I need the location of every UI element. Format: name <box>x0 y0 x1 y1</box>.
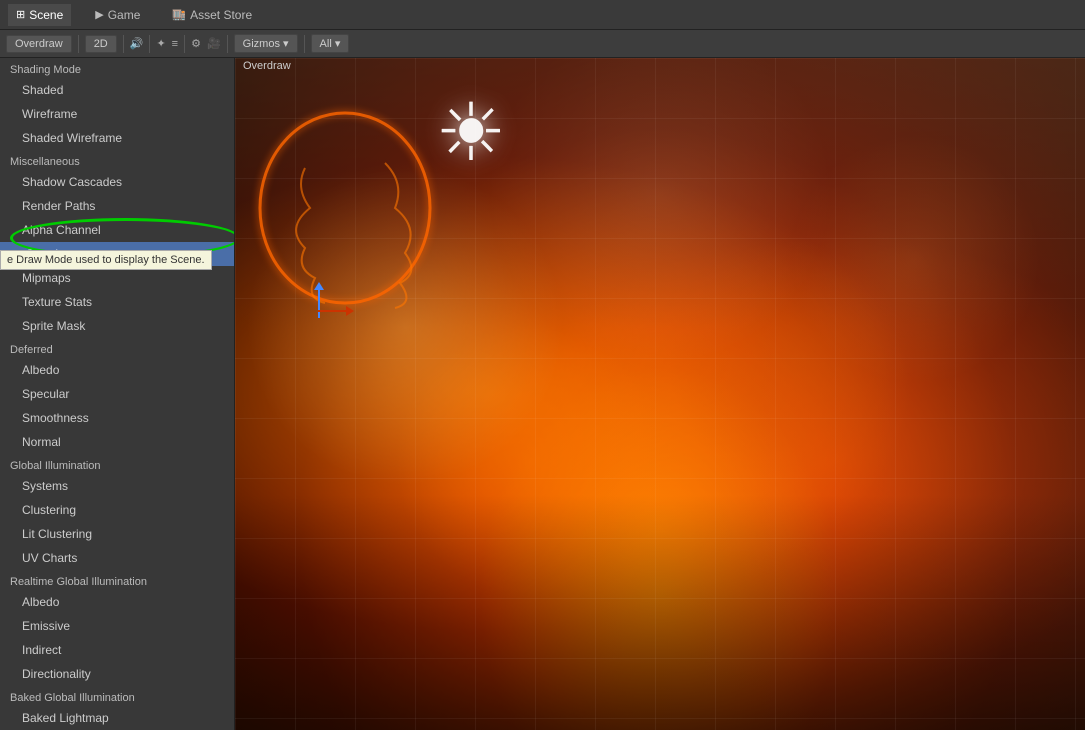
menu-item-gi-lit-clustering[interactable]: Lit Clustering <box>0 522 234 546</box>
tab-scene-label: Scene <box>29 8 63 22</box>
gizmos-label: Gizmos <box>243 38 280 50</box>
settings-icon: ⚙ <box>191 37 201 50</box>
menu-item-deferred-smoothness[interactable]: Smoothness <box>0 406 234 430</box>
menu-item-overdraw[interactable]: ✓ Overdraw <box>0 242 234 266</box>
menu-item-alpha-channel[interactable]: Alpha Channel <box>0 218 234 242</box>
menu-item-gi-clustering[interactable]: Clustering <box>0 498 234 522</box>
main-area: Shading Mode Shaded Wireframe Shaded Wir… <box>0 58 1085 730</box>
menu-item-texture-stats[interactable]: Texture Stats <box>0 290 234 314</box>
orange-particle-outline <box>255 108 455 338</box>
fx-icon: ✦ <box>156 37 165 50</box>
overdraw-checkmark: ✓ <box>8 245 22 263</box>
shading-mode-dropdown: Shading Mode Shaded Wireframe Shaded Wir… <box>0 58 235 730</box>
x-axis-arrow <box>318 310 348 312</box>
top-tabs-bar: ⊞ Scene ▶ Game 🏬 Asset Store <box>0 0 1085 30</box>
tab-scene[interactable]: ⊞ Scene <box>8 4 71 26</box>
shading-mode-header: Shading Mode <box>0 58 234 78</box>
menu-item-realtime-indirect[interactable]: Indirect <box>0 638 234 662</box>
audio-icon: 🔊 <box>130 37 144 50</box>
menu-item-sprite-mask[interactable]: Sprite Mask <box>0 314 234 338</box>
scene-toolbar: Overdraw 2D 🔊 ✦ ≡ ⚙ 🎥 Gizmos ▾ All ▾ <box>0 30 1085 58</box>
menu-item-gi-systems[interactable]: Systems <box>0 474 234 498</box>
menu-item-shaded-wireframe[interactable]: Shaded Wireframe <box>0 126 234 150</box>
mode-2d-button[interactable]: 2D <box>85 35 117 53</box>
menu-item-shaded[interactable]: Shaded <box>0 78 234 102</box>
tab-game-label: Game <box>108 8 141 22</box>
menu-item-deferred-specular[interactable]: Specular <box>0 382 234 406</box>
menu-item-baked-lightmap[interactable]: Baked Lightmap <box>0 706 234 730</box>
menu-item-shadow-cascades[interactable]: Shadow Cascades <box>0 170 234 194</box>
camera-icon: 🎥 <box>207 37 221 50</box>
menu-item-realtime-emissive[interactable]: Emissive <box>0 614 234 638</box>
menu-item-realtime-albedo[interactable]: Albedo <box>0 590 234 614</box>
menu-item-gi-uv-charts[interactable]: UV Charts <box>0 546 234 570</box>
divider-2 <box>123 35 124 53</box>
overdraw-dropdown[interactable]: Overdraw <box>6 35 72 53</box>
scene-viewport[interactable]: ☀ Overdraw <box>235 58 1085 730</box>
menu-item-realtime-directionality[interactable]: Directionality <box>0 662 234 686</box>
y-axis-arrow <box>318 288 320 318</box>
menu-item-wireframe[interactable]: Wireframe <box>0 102 234 126</box>
menu-item-deferred-normal[interactable]: Normal <box>0 430 234 454</box>
game-icon: ▶ <box>95 8 103 21</box>
divider-6 <box>304 35 305 53</box>
menu-item-mipmaps[interactable]: Mipmaps <box>0 266 234 290</box>
divider-5 <box>227 35 228 53</box>
transform-gizmo <box>300 288 340 338</box>
tab-asset-store[interactable]: 🏬 Asset Store <box>164 4 260 26</box>
overdraw-label-text: Overdraw <box>25 247 77 261</box>
global-illumination-header: Global Illumination <box>0 454 234 474</box>
menu-item-render-paths[interactable]: Render Paths <box>0 194 234 218</box>
tab-asset-store-label: Asset Store <box>190 8 252 22</box>
tab-game[interactable]: ▶ Game <box>87 4 148 26</box>
menu-item-deferred-albedo[interactable]: Albedo <box>0 358 234 382</box>
all-label: All <box>320 38 332 50</box>
all-dropdown-arrow: ▾ <box>335 38 341 50</box>
scene-icon: ⊞ <box>16 8 25 21</box>
asset-store-icon: 🏬 <box>172 8 186 21</box>
baked-gi-header: Baked Global Illumination <box>0 686 234 706</box>
divider-4 <box>184 35 185 53</box>
gizmos-dropdown-arrow: ▾ <box>283 38 289 50</box>
divider-3 <box>149 35 150 53</box>
divider-1 <box>78 35 79 53</box>
gizmos-button[interactable]: Gizmos ▾ <box>234 34 298 53</box>
layers-icon: ≡ <box>172 38 178 50</box>
deferred-header: Deferred <box>0 338 234 358</box>
miscellaneous-header: Miscellaneous <box>0 150 234 170</box>
realtime-gi-header: Realtime Global Illumination <box>0 570 234 590</box>
viewport-overdraw-label: Overdraw <box>243 60 291 72</box>
all-layers-button[interactable]: All ▾ <box>311 34 350 53</box>
